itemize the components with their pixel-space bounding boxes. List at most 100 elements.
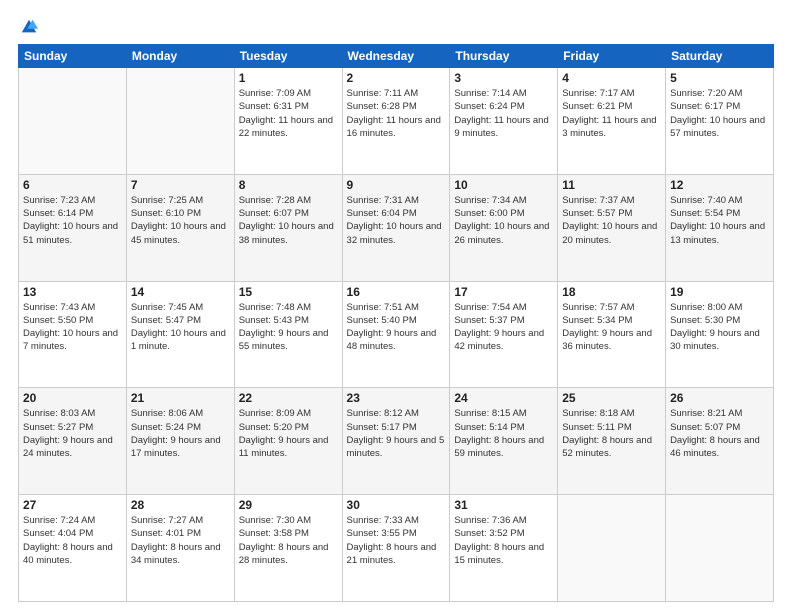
day-info: Sunrise: 7:34 AM Sunset: 6:00 PM Dayligh… [454, 194, 553, 247]
day-cell: 22Sunrise: 8:09 AM Sunset: 5:20 PM Dayli… [234, 388, 342, 495]
day-number: 24 [454, 391, 553, 405]
day-info: Sunrise: 7:57 AM Sunset: 5:34 PM Dayligh… [562, 301, 661, 354]
day-info: Sunrise: 7:24 AM Sunset: 4:04 PM Dayligh… [23, 514, 122, 567]
day-info: Sunrise: 7:28 AM Sunset: 6:07 PM Dayligh… [239, 194, 338, 247]
header [18, 18, 774, 36]
header-cell-thursday: Thursday [450, 45, 558, 68]
day-number: 26 [670, 391, 769, 405]
week-row-1: 1 Sunrise: 7:09 AM Sunset: 6:31 PM Daylig… [19, 68, 774, 175]
day-cell: 1 Sunrise: 7:09 AM Sunset: 6:31 PM Daylig… [234, 68, 342, 175]
day-number: 8 [239, 178, 338, 192]
day-number: 21 [131, 391, 230, 405]
day-cell: 13 Sunrise: 7:43 AM Sunset: 5:50 PM Dayli… [19, 281, 127, 388]
day-cell: 8 Sunrise: 7:28 AM Sunset: 6:07 PM Daylig… [234, 174, 342, 281]
day-cell: 19Sunrise: 8:00 AM Sunset: 5:30 PM Dayli… [666, 281, 774, 388]
day-cell: 24 Sunrise: 8:15 AM Sunset: 5:14 PM Dayli… [450, 388, 558, 495]
day-cell: 16 Sunrise: 7:51 AM Sunset: 5:40 PM Dayli… [342, 281, 450, 388]
day-cell: 29 Sunrise: 7:30 AM Sunset: 3:58 PM Dayli… [234, 495, 342, 602]
day-cell: 5 Sunrise: 7:20 AM Sunset: 6:17 PM Daylig… [666, 68, 774, 175]
day-cell: 12 Sunrise: 7:40 AM Sunset: 5:54 PM Dayli… [666, 174, 774, 281]
day-info: Sunrise: 7:14 AM Sunset: 6:24 PM Dayligh… [454, 87, 553, 140]
day-cell: 15Sunrise: 7:48 AM Sunset: 5:43 PM Dayli… [234, 281, 342, 388]
calendar: SundayMondayTuesdayWednesdayThursdayFrid… [18, 44, 774, 602]
day-cell: 31 Sunrise: 7:36 AM Sunset: 3:52 PM Dayli… [450, 495, 558, 602]
day-cell: 23 Sunrise: 8:12 AM Sunset: 5:17 PM Dayli… [342, 388, 450, 495]
day-info: Sunrise: 7:09 AM Sunset: 6:31 PM Dayligh… [239, 87, 338, 140]
day-number: 29 [239, 498, 338, 512]
day-cell: 9Sunrise: 7:31 AM Sunset: 6:04 PM Daylig… [342, 174, 450, 281]
day-cell: 27Sunrise: 7:24 AM Sunset: 4:04 PM Dayli… [19, 495, 127, 602]
day-cell: 30Sunrise: 7:33 AM Sunset: 3:55 PM Dayli… [342, 495, 450, 602]
day-cell: 6 Sunrise: 7:23 AM Sunset: 6:14 PM Daylig… [19, 174, 127, 281]
day-cell: 10 Sunrise: 7:34 AM Sunset: 6:00 PM Dayli… [450, 174, 558, 281]
header-cell-friday: Friday [558, 45, 666, 68]
day-info: Sunrise: 8:12 AM Sunset: 5:17 PM Dayligh… [347, 407, 446, 460]
header-cell-saturday: Saturday [666, 45, 774, 68]
day-info: Sunrise: 7:25 AM Sunset: 6:10 PM Dayligh… [131, 194, 230, 247]
day-cell: 4 Sunrise: 7:17 AM Sunset: 6:21 PM Daylig… [558, 68, 666, 175]
day-number: 31 [454, 498, 553, 512]
day-number: 7 [131, 178, 230, 192]
day-number: 28 [131, 498, 230, 512]
day-cell [19, 68, 127, 175]
day-number: 9 [347, 178, 446, 192]
day-number: 16 [347, 285, 446, 299]
day-info: Sunrise: 8:21 AM Sunset: 5:07 PM Dayligh… [670, 407, 769, 460]
day-info: Sunrise: 8:06 AM Sunset: 5:24 PM Dayligh… [131, 407, 230, 460]
day-info: Sunrise: 7:27 AM Sunset: 4:01 PM Dayligh… [131, 514, 230, 567]
day-cell [558, 495, 666, 602]
day-cell: 3 Sunrise: 7:14 AM Sunset: 6:24 PM Daylig… [450, 68, 558, 175]
day-info: Sunrise: 7:23 AM Sunset: 6:14 PM Dayligh… [23, 194, 122, 247]
day-info: Sunrise: 7:30 AM Sunset: 3:58 PM Dayligh… [239, 514, 338, 567]
week-row-4: 20 Sunrise: 8:03 AM Sunset: 5:27 PM Dayli… [19, 388, 774, 495]
day-cell: 17Sunrise: 7:54 AM Sunset: 5:37 PM Dayli… [450, 281, 558, 388]
day-number: 23 [347, 391, 446, 405]
day-info: Sunrise: 7:51 AM Sunset: 5:40 PM Dayligh… [347, 301, 446, 354]
day-number: 5 [670, 71, 769, 85]
day-info: Sunrise: 7:20 AM Sunset: 6:17 PM Dayligh… [670, 87, 769, 140]
day-number: 25 [562, 391, 661, 405]
day-cell: 26 Sunrise: 8:21 AM Sunset: 5:07 PM Dayli… [666, 388, 774, 495]
day-number: 13 [23, 285, 122, 299]
day-number: 1 [239, 71, 338, 85]
day-number: 3 [454, 71, 553, 85]
header-cell-tuesday: Tuesday [234, 45, 342, 68]
day-info: Sunrise: 7:45 AM Sunset: 5:47 PM Dayligh… [131, 301, 230, 354]
week-row-5: 27Sunrise: 7:24 AM Sunset: 4:04 PM Dayli… [19, 495, 774, 602]
day-number: 14 [131, 285, 230, 299]
day-info: Sunrise: 7:33 AM Sunset: 3:55 PM Dayligh… [347, 514, 446, 567]
logo [18, 18, 38, 36]
day-info: Sunrise: 7:11 AM Sunset: 6:28 PM Dayligh… [347, 87, 446, 140]
day-info: Sunrise: 8:03 AM Sunset: 5:27 PM Dayligh… [23, 407, 122, 460]
day-info: Sunrise: 8:18 AM Sunset: 5:11 PM Dayligh… [562, 407, 661, 460]
day-info: Sunrise: 7:36 AM Sunset: 3:52 PM Dayligh… [454, 514, 553, 567]
day-number: 4 [562, 71, 661, 85]
day-cell: 20 Sunrise: 8:03 AM Sunset: 5:27 PM Dayli… [19, 388, 127, 495]
day-cell: 14 Sunrise: 7:45 AM Sunset: 5:47 PM Dayli… [126, 281, 234, 388]
day-info: Sunrise: 7:40 AM Sunset: 5:54 PM Dayligh… [670, 194, 769, 247]
day-number: 11 [562, 178, 661, 192]
day-info: Sunrise: 7:48 AM Sunset: 5:43 PM Dayligh… [239, 301, 338, 354]
day-info: Sunrise: 7:17 AM Sunset: 6:21 PM Dayligh… [562, 87, 661, 140]
day-number: 2 [347, 71, 446, 85]
day-cell: 18Sunrise: 7:57 AM Sunset: 5:34 PM Dayli… [558, 281, 666, 388]
day-cell: 28 Sunrise: 7:27 AM Sunset: 4:01 PM Dayli… [126, 495, 234, 602]
week-row-2: 6 Sunrise: 7:23 AM Sunset: 6:14 PM Daylig… [19, 174, 774, 281]
day-cell: 11 Sunrise: 7:37 AM Sunset: 5:57 PM Dayli… [558, 174, 666, 281]
day-number: 19 [670, 285, 769, 299]
day-number: 12 [670, 178, 769, 192]
day-cell: 2 Sunrise: 7:11 AM Sunset: 6:28 PM Daylig… [342, 68, 450, 175]
day-number: 20 [23, 391, 122, 405]
day-number: 6 [23, 178, 122, 192]
day-info: Sunrise: 7:37 AM Sunset: 5:57 PM Dayligh… [562, 194, 661, 247]
day-number: 10 [454, 178, 553, 192]
day-cell: 21 Sunrise: 8:06 AM Sunset: 5:24 PM Dayli… [126, 388, 234, 495]
day-cell [666, 495, 774, 602]
page: SundayMondayTuesdayWednesdayThursdayFrid… [0, 0, 792, 612]
day-info: Sunrise: 7:54 AM Sunset: 5:37 PM Dayligh… [454, 301, 553, 354]
day-info: Sunrise: 7:43 AM Sunset: 5:50 PM Dayligh… [23, 301, 122, 354]
day-cell: 25 Sunrise: 8:18 AM Sunset: 5:11 PM Dayli… [558, 388, 666, 495]
header-row: SundayMondayTuesdayWednesdayThursdayFrid… [19, 45, 774, 68]
logo-icon [20, 18, 38, 36]
day-info: Sunrise: 8:15 AM Sunset: 5:14 PM Dayligh… [454, 407, 553, 460]
